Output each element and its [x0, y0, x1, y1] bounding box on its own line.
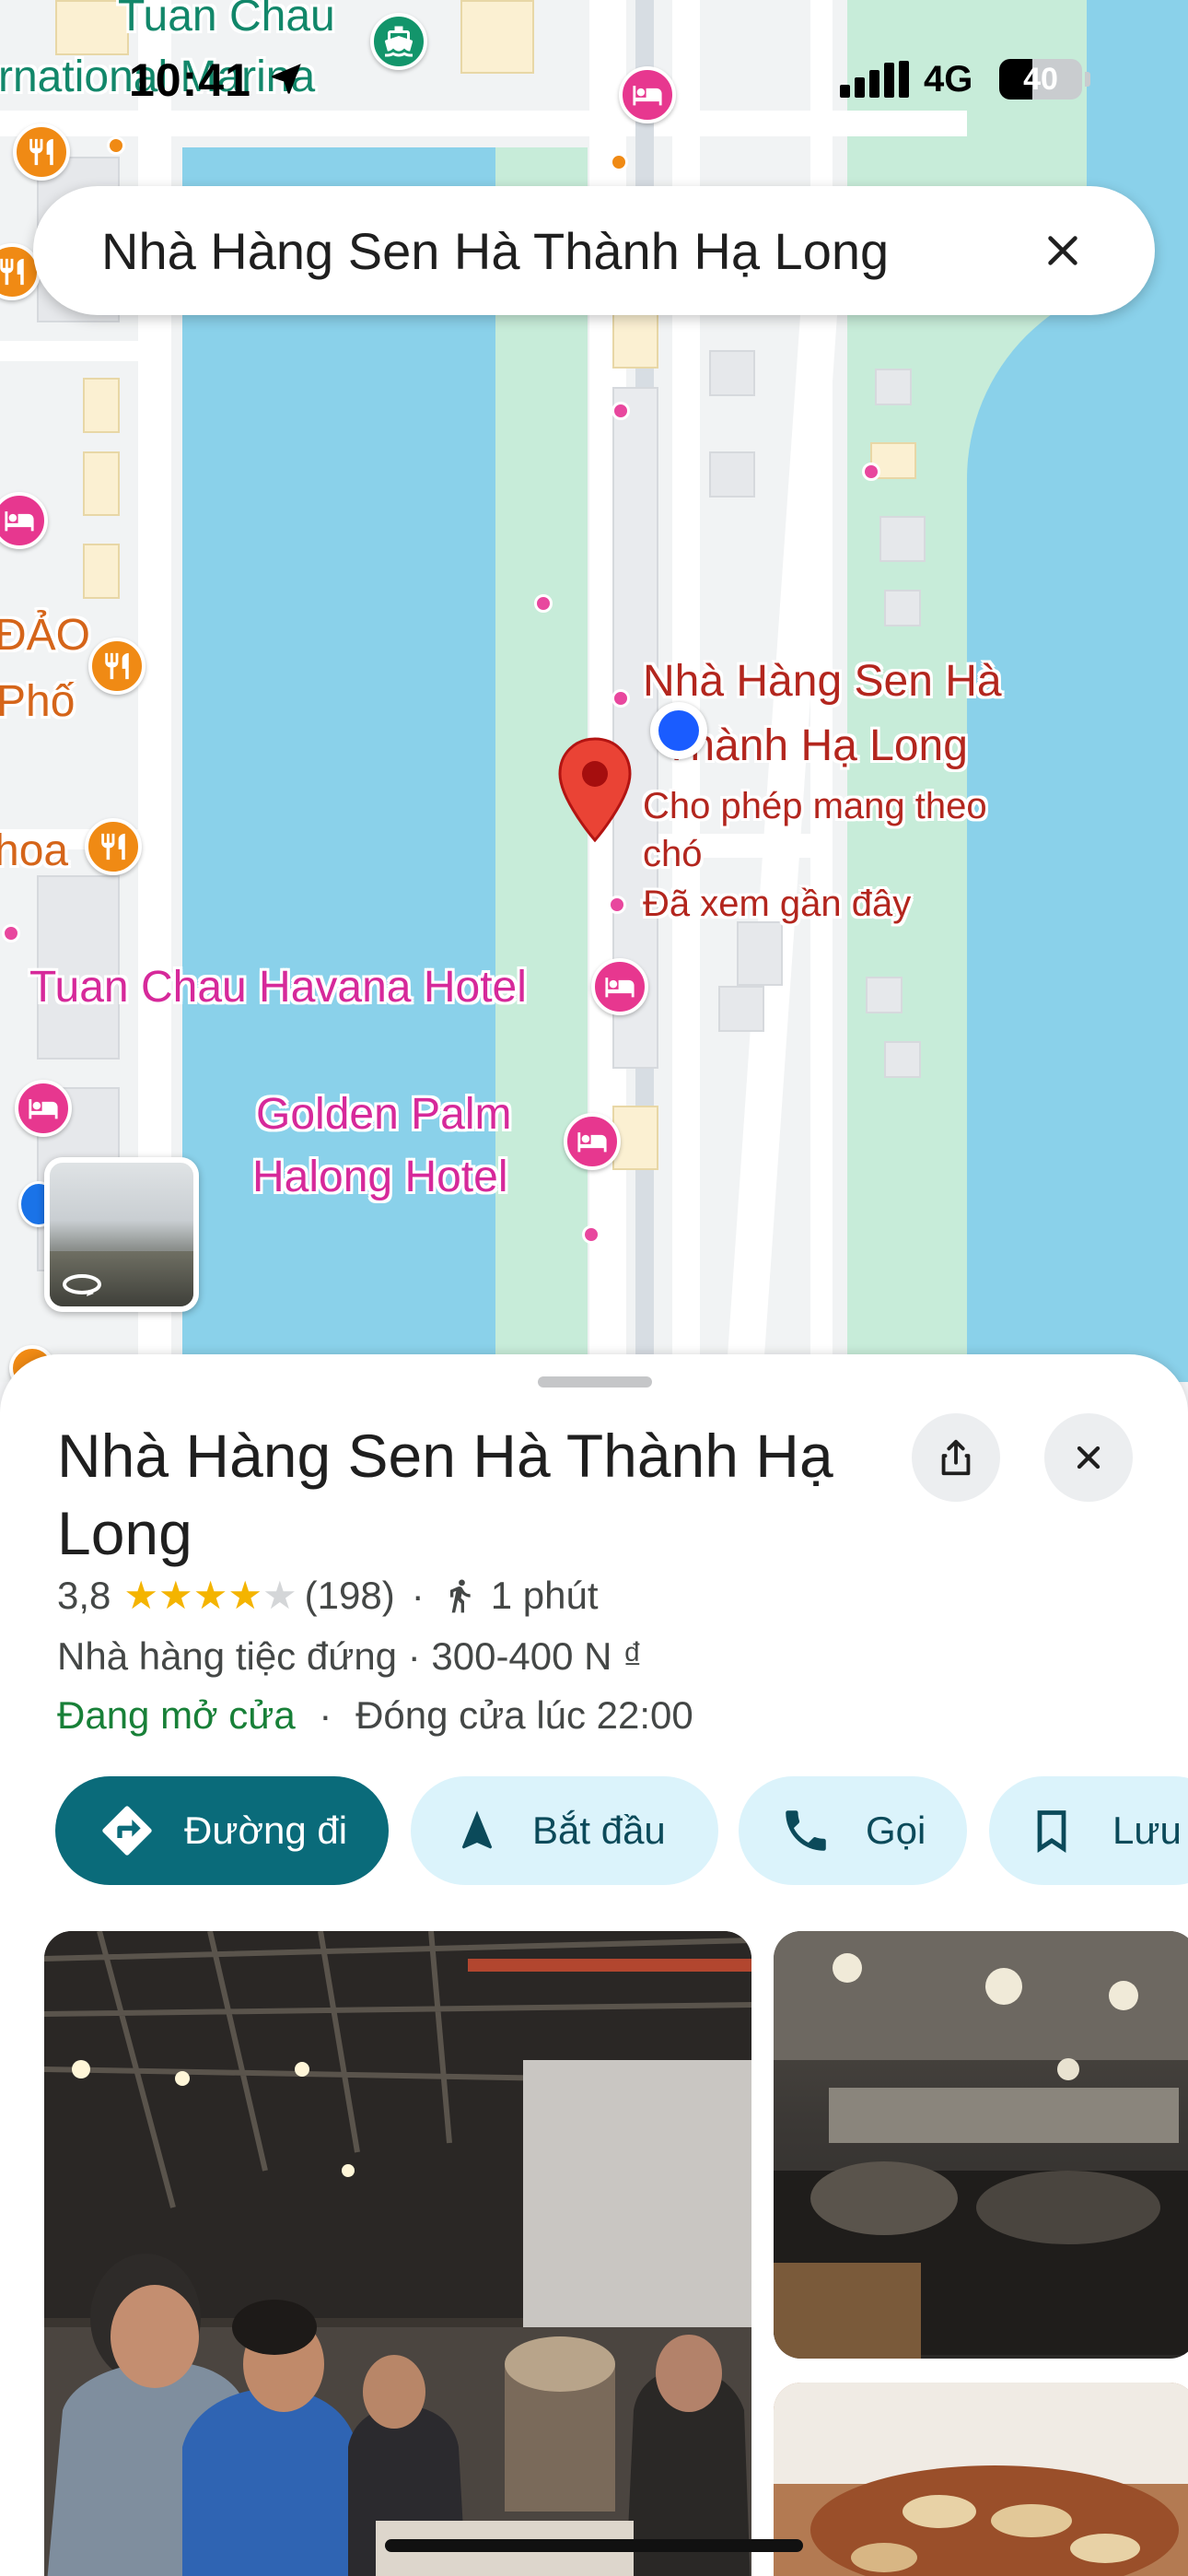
building [866, 977, 903, 1013]
hotel-icon[interactable] [564, 1113, 621, 1170]
street-view-icon [61, 1268, 103, 1299]
selected-place-attr-2: chó [643, 834, 703, 874]
map-label-havana: Tuan Chau Havana Hotel [29, 963, 527, 1012]
directions-label: Đường đi [184, 1809, 348, 1852]
poi-dot[interactable] [608, 896, 626, 914]
close-time: Đóng cửa lúc 22:00 [355, 1693, 693, 1737]
star-empty-icon: ★ [262, 1574, 297, 1617]
review-count[interactable]: (198) [305, 1574, 395, 1618]
separator: · [411, 1574, 425, 1617]
hotel-icon[interactable] [0, 492, 48, 549]
star-icon: ★ [192, 1574, 228, 1617]
rating-row: 3,8 ★ ★ ★ ★ ★ (198) · 1 phút [57, 1574, 599, 1618]
home-indicator[interactable] [385, 2539, 803, 2552]
rating-stars: ★ ★ ★ ★ ★ [123, 1576, 297, 1615]
location-arrow-icon [267, 59, 306, 102]
selected-place-attr-3: Đã xem gần đây [643, 884, 912, 924]
building [709, 451, 755, 498]
star-icon: ★ [123, 1574, 159, 1617]
poi-dot[interactable] [611, 689, 630, 708]
location-pin-icon[interactable] [556, 737, 634, 844]
close-icon[interactable] [1035, 223, 1090, 278]
building [884, 1041, 921, 1078]
battery-level: 40 [1023, 61, 1058, 97]
place-title: Nhà Hàng Sen Hà Thành Hạ Long [57, 1422, 833, 1568]
building [737, 921, 783, 986]
building [884, 590, 921, 626]
building [83, 451, 120, 516]
map-label-dao: ĐẢO [0, 611, 91, 660]
poi-dot[interactable] [582, 1225, 600, 1244]
rating-value: 3,8 [57, 1574, 111, 1617]
building [83, 378, 120, 433]
building [875, 369, 912, 405]
network-type: 4G [924, 59, 973, 100]
phone-icon [786, 1810, 826, 1851]
map-label-golden-palm-2: Halong Hotel [252, 1153, 508, 1201]
hours-row[interactable]: Đang mở cửa · Đóng cửa lúc 22:00 [57, 1693, 693, 1738]
search-input[interactable]: Nhà Hàng Sen Hà Thành Hạ Long [101, 221, 1035, 281]
building [718, 986, 764, 1032]
building [709, 350, 755, 396]
poi-dot[interactable] [611, 402, 630, 420]
sheet-drag-handle[interactable] [538, 1376, 652, 1388]
building [83, 544, 120, 599]
open-status: Đang mở cửa [57, 1693, 296, 1737]
poi-dot[interactable] [534, 594, 553, 613]
selected-place-label-1[interactable]: Nhà Hàng Sen Hà [643, 656, 1002, 707]
poi-dot[interactable] [862, 463, 880, 481]
place-details-sheet[interactable]: Nhà Hàng Sen Hà Thành Hạ Long 3,8 ★ ★ ★ … [0, 1354, 1188, 2576]
walking-icon [449, 1579, 471, 1613]
directions-button[interactable]: Đường đi [55, 1776, 389, 1885]
navigation-arrow-icon [461, 1810, 493, 1849]
save-label: Lưu [1112, 1809, 1182, 1852]
bookmark-icon [1037, 1810, 1066, 1853]
map-label-hoa: hoa [0, 826, 69, 875]
poi-dot[interactable] [610, 153, 628, 171]
share-button[interactable] [912, 1413, 1000, 1502]
selected-place-label-2[interactable]: Thành Hạ Long [663, 720, 968, 771]
walk-time: 1 phút [490, 1574, 599, 1617]
battery-cap [1085, 72, 1090, 87]
poi-dot[interactable] [107, 136, 125, 155]
map-label-golden-palm-1: Golden Palm [256, 1090, 512, 1139]
save-button[interactable]: Lưu [989, 1776, 1188, 1885]
battery-icon: 40 [999, 59, 1082, 100]
search-bar[interactable]: Nhà Hàng Sen Hà Thành Hạ Long [33, 186, 1155, 315]
status-time: 10:41 [129, 54, 251, 106]
category-price: Nhà hàng tiệc đứng · 300-400 N ₫ [57, 1634, 643, 1678]
building [460, 0, 534, 74]
hotel-icon[interactable] [619, 66, 676, 123]
selected-place-attr-1: Cho phép mang theo [643, 786, 987, 826]
close-icon [1077, 1446, 1101, 1469]
poi-dot[interactable] [2, 924, 20, 943]
bay-water [967, 276, 1188, 1382]
hotel-icon[interactable] [591, 958, 648, 1015]
call-label: Gọi [866, 1809, 926, 1852]
close-button[interactable] [1044, 1413, 1133, 1502]
start-button[interactable]: Bắt đầu [411, 1776, 718, 1885]
road [0, 341, 138, 361]
directions-icon [102, 1806, 152, 1856]
map-label-pho: Phố [0, 677, 76, 726]
street-view-thumbnail[interactable] [44, 1157, 199, 1312]
hotel-icon[interactable] [15, 1080, 72, 1137]
restaurant-icon[interactable] [85, 818, 142, 875]
share-icon [941, 1439, 971, 1476]
hours-separator: · [319, 1693, 332, 1737]
star-icon: ★ [227, 1574, 263, 1617]
place-photo-2[interactable] [774, 1931, 1188, 2359]
restaurant-icon[interactable] [88, 638, 146, 695]
signal-icon [840, 61, 914, 102]
map-label-tuan-chau: Tuan Chau [118, 0, 335, 41]
my-location-dot-icon [650, 702, 707, 759]
place-photo-3[interactable] [774, 2383, 1188, 2576]
restaurant-icon[interactable] [13, 123, 70, 181]
place-photo-main[interactable] [44, 1931, 751, 2576]
call-button[interactable]: Gọi [739, 1776, 967, 1885]
star-icon: ★ [158, 1574, 193, 1617]
ferry-icon[interactable] [370, 13, 427, 70]
start-label: Bắt đầu [532, 1809, 666, 1852]
building [879, 516, 926, 562]
